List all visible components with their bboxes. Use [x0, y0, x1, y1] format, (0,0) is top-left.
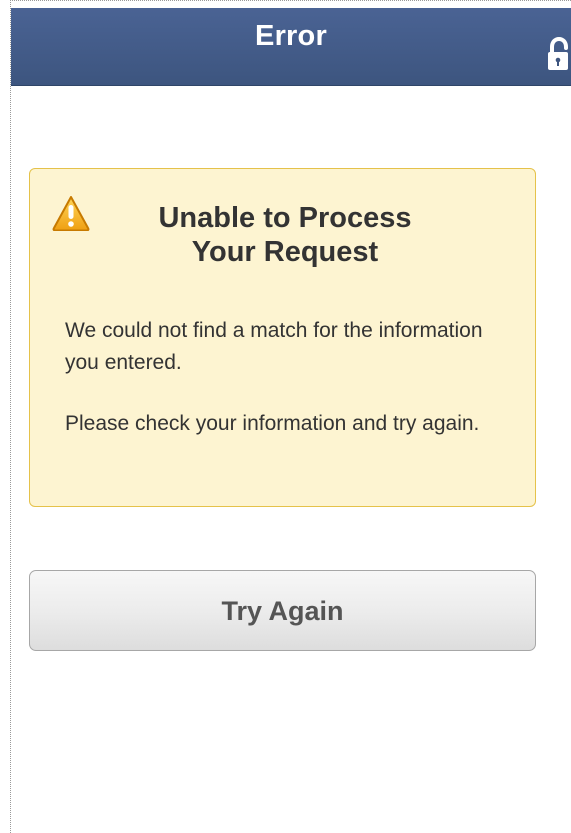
- error-header: Error: [11, 8, 571, 86]
- frame-left-border: [10, 0, 11, 833]
- alert-title-line-2: Your Request: [191, 236, 379, 268]
- error-page: Error Unable to Process Your Request We …: [0, 0, 571, 833]
- alert-title-line-1: Unable to Process: [158, 202, 412, 234]
- page-title: Error: [255, 20, 327, 52]
- warning-icon: [52, 196, 90, 231]
- alert-title: Unable to Process Your Request: [125, 201, 445, 269]
- frame-top-border: [10, 0, 571, 1]
- no-match-message: We could not find a match for the inform…: [65, 319, 483, 374]
- try-again-button[interactable]: Try Again: [29, 570, 536, 651]
- lock-icon: [548, 37, 568, 70]
- retry-instruction: Please check your information and try ag…: [65, 412, 480, 435]
- alert-message: We could not find a match for the inform…: [65, 315, 515, 440]
- error-alert: Unable to Process Your Request We could …: [29, 168, 536, 507]
